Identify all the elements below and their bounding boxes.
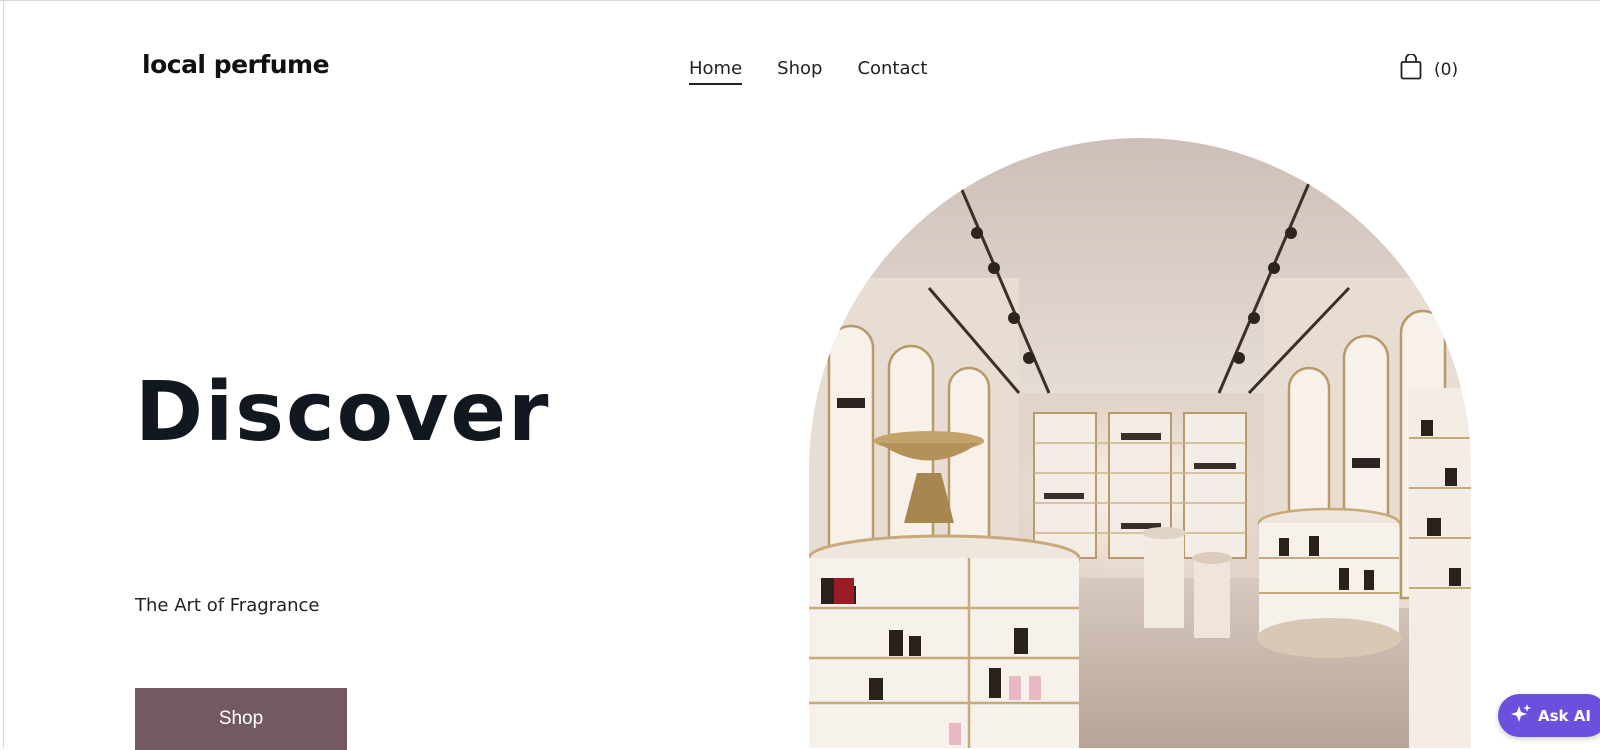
hero-title: Discover — [135, 365, 551, 460]
cart-button[interactable]: (0) — [1400, 53, 1459, 85]
ask-ai-label: Ask AI — [1538, 706, 1591, 725]
shopping-bag-icon — [1400, 53, 1422, 85]
sparkles-icon — [1510, 703, 1532, 729]
site-logo[interactable]: local perfume — [142, 50, 330, 79]
main-nav: Home Shop Contact — [689, 58, 927, 85]
nav-home[interactable]: Home — [689, 58, 743, 85]
hero-tagline: The Art of Fragrance — [135, 595, 320, 616]
window-top-border — [0, 0, 1600, 1]
hero-store-image — [809, 138, 1471, 748]
nav-shop[interactable]: Shop — [777, 58, 822, 85]
window-left-border — [3, 0, 4, 748]
ask-ai-button[interactable]: Ask AI — [1498, 694, 1600, 737]
shop-button[interactable]: Shop — [135, 688, 347, 750]
cart-count: (0) — [1434, 59, 1459, 80]
nav-contact[interactable]: Contact — [857, 58, 927, 85]
